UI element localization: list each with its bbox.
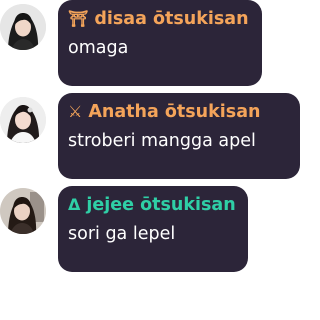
username-label: disaa ōtsukisan <box>94 9 249 29</box>
chat-message: ⛩ disaa ōtsukisan omaga <box>0 0 302 86</box>
chat-message: Δjejee ōtsukisan sori ga lepel <box>0 186 302 272</box>
username-label: jejee ōtsukisan <box>86 195 236 215</box>
avatar[interactable] <box>0 4 46 50</box>
message-bubble: ⛩ disaa ōtsukisan omaga <box>58 0 262 86</box>
message-bubble: Δjejee ōtsukisan sori ga lepel <box>58 186 248 272</box>
username[interactable]: ⛩ disaa ōtsukisan <box>68 8 250 30</box>
message-text: sori ga lepel <box>68 224 176 244</box>
username[interactable]: ⚔ Anatha ōtsukisan <box>68 101 288 123</box>
avatar[interactable] <box>0 188 46 234</box>
message-bubble: ⚔ Anatha ōtsukisan stroberi mangga apel <box>58 93 300 179</box>
message-text: omaga <box>68 38 129 58</box>
badge-icon: ⛩ <box>68 9 89 28</box>
chat-message: ⚔ Anatha ōtsukisan stroberi mangga apel <box>0 93 302 179</box>
username-label: Anatha ōtsukisan <box>88 102 261 122</box>
message-text: stroberi mangga apel <box>68 131 256 151</box>
delta-icon: Δ <box>68 195 81 214</box>
username[interactable]: Δjejee ōtsukisan <box>68 194 236 216</box>
avatar[interactable] <box>0 97 46 143</box>
chat-message-list: ⛩ disaa ōtsukisan omaga ⚔ Anatha ōtsukisan… <box>0 0 302 320</box>
swords-icon: ⚔ <box>68 102 83 121</box>
